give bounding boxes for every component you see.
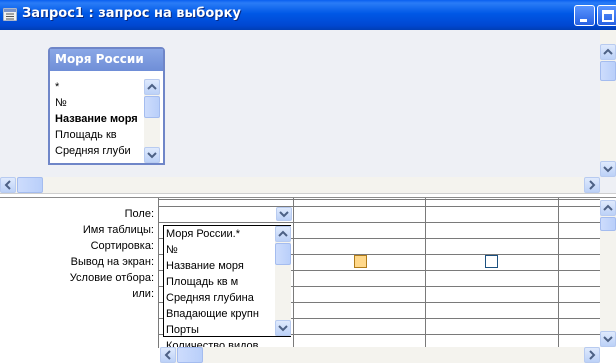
chevron-down-icon — [603, 166, 613, 173]
chevron-right-icon — [589, 180, 596, 190]
field-item[interactable]: Средняя глуби — [52, 143, 145, 159]
scroll-left-button[interactable] — [0, 177, 16, 193]
scroll-down-button[interactable] — [600, 331, 616, 347]
scroll-right-button[interactable] — [584, 347, 600, 363]
chevron-down-icon — [147, 152, 157, 159]
chevron-left-icon — [164, 350, 171, 360]
dropdown-option[interactable]: Моря России.* — [164, 226, 272, 242]
field-list-scrollbar[interactable] — [144, 79, 160, 163]
chevron-down-icon — [278, 325, 288, 332]
row-label-show: Вывод на экран: — [70, 256, 154, 268]
table-pane-vertical-scrollbar[interactable] — [600, 30, 616, 177]
table-pane-horizontal-scrollbar[interactable] — [0, 177, 600, 193]
dropdown-option[interactable]: Средняя глубина — [164, 290, 272, 306]
show-checkbox[interactable] — [485, 255, 498, 268]
chevron-right-icon — [589, 350, 596, 360]
scroll-up-button[interactable] — [275, 226, 291, 242]
scroll-up-button[interactable] — [600, 200, 616, 216]
row-label-criteria: Условие отбора: — [69, 272, 154, 284]
scroll-thumb[interactable] — [144, 96, 160, 118]
chevron-up-icon — [278, 230, 288, 237]
field-item[interactable]: Площадь кв — [52, 127, 145, 143]
show-checkbox[interactable] — [354, 255, 367, 268]
field-list: * № Название моря Площадь кв Средняя глу… — [52, 79, 145, 159]
field-item[interactable]: * — [52, 79, 145, 95]
chevron-down-icon — [279, 211, 289, 218]
minimize-button[interactable] — [574, 5, 595, 26]
dropdown-option[interactable]: Название моря — [164, 258, 272, 274]
row-label-field: Поле: — [124, 208, 154, 220]
scroll-thumb[interactable] — [600, 61, 616, 81]
scroll-thumb[interactable] — [275, 243, 291, 265]
maximize-button[interactable] — [597, 5, 616, 26]
maximize-icon — [602, 10, 614, 22]
scroll-left-button[interactable] — [160, 347, 176, 363]
scroll-up-button[interactable] — [144, 79, 160, 95]
chevron-up-icon — [603, 48, 613, 55]
scroll-thumb[interactable] — [17, 177, 43, 193]
dropdown-option[interactable]: Площадь кв м — [164, 274, 272, 290]
chevron-left-icon — [4, 180, 11, 190]
scroll-down-button[interactable] — [144, 147, 160, 163]
dropdown-option[interactable]: № — [164, 242, 272, 258]
dropdown-scrollbar[interactable] — [275, 226, 291, 336]
design-grid-pane: Поле: Имя таблицы: Сортировка: Вывод на … — [0, 198, 616, 363]
scroll-up-button[interactable] — [600, 44, 616, 60]
scroll-right-button[interactable] — [584, 177, 600, 193]
minimize-icon — [580, 19, 587, 22]
dropdown-option[interactable]: Порты — [164, 322, 272, 338]
field-item[interactable]: Название моря — [52, 111, 145, 127]
table-field-list[interactable]: Моря России * № Название моря Площадь кв… — [48, 47, 165, 165]
scroll-down-button[interactable] — [600, 161, 616, 177]
query-window-icon — [3, 8, 17, 21]
chevron-down-icon — [603, 336, 613, 343]
grid-horizontal-scrollbar[interactable] — [160, 347, 600, 363]
field-item[interactable]: № — [52, 95, 145, 111]
row-label-table: Имя таблицы: — [82, 224, 154, 236]
scroll-thumb[interactable] — [600, 217, 616, 231]
chevron-up-icon — [603, 204, 613, 211]
chevron-up-icon — [147, 83, 157, 90]
row-label-or: или: — [132, 288, 154, 300]
field-dropdown-button[interactable] — [276, 207, 292, 221]
row-label-sort: Сортировка: — [90, 240, 154, 252]
grid-vertical-scrollbar[interactable] — [600, 200, 616, 347]
scroll-down-button[interactable] — [275, 320, 291, 336]
table-title[interactable]: Моря России — [50, 49, 163, 71]
dropdown-option[interactable]: Впадающие крупн — [164, 306, 272, 322]
field-dropdown-list[interactable]: Моря России.* № Название моря Площадь кв… — [163, 225, 291, 352]
title-bar[interactable]: Запрос1 : запрос на выборку — [0, 0, 616, 30]
scroll-thumb[interactable] — [177, 347, 203, 363]
window-title: Запрос1 : запрос на выборку — [22, 6, 241, 21]
